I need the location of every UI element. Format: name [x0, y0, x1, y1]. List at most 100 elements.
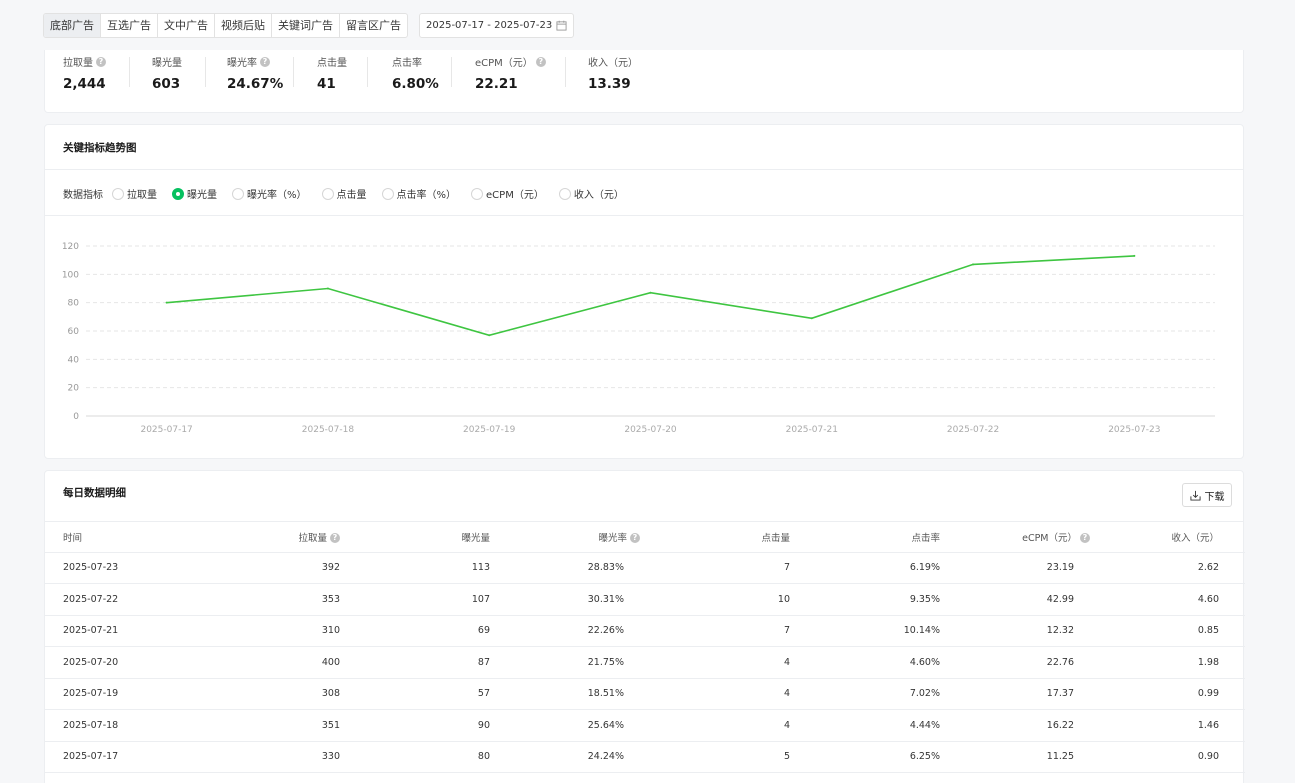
y-tick-label: 20	[68, 384, 80, 394]
table-cell: 10.14%	[790, 615, 940, 647]
data-point[interactable]	[488, 334, 491, 337]
table-cell: 2025-07-19	[45, 678, 195, 710]
table-cell: 57	[340, 678, 490, 710]
table-cell: 330	[195, 741, 340, 773]
stat-4: 点击率 6.80%	[392, 54, 439, 92]
table-cell: 4	[640, 646, 790, 679]
stat-6: 收入（元） 13.39	[588, 54, 638, 92]
column-header: 拉取量?	[195, 522, 340, 553]
column-header: 收入（元）	[1090, 522, 1245, 553]
stat-label: 拉取量?	[63, 54, 106, 69]
metric-radio-4[interactable]: 点击率（%）	[381, 186, 456, 201]
stat-label-text: 点击量	[317, 58, 347, 69]
table-row: 2025-07-18 351 90 25.64% 4 4.44% 16.22 1.46	[45, 709, 1245, 742]
data-point[interactable]	[972, 263, 975, 266]
stat-label: 点击量	[317, 54, 347, 69]
help-icon[interactable]: ?	[535, 56, 546, 67]
y-tick-label: 80	[68, 299, 80, 309]
column-header-label: 曝光率	[598, 532, 627, 544]
table-row: 2025-07-20 400 87 21.75% 4 4.60% 22.76 1.98	[45, 646, 1245, 679]
table-cell: 4	[640, 709, 790, 742]
metric-radio-label: 曝光量	[187, 190, 217, 201]
tab-4[interactable]: 关键词广告	[272, 14, 340, 37]
table-cell: 90	[340, 709, 490, 742]
table-cell: 18.51%	[490, 678, 640, 710]
table-cell: 11.25	[940, 741, 1090, 773]
stat-value: 41	[317, 76, 336, 92]
stat-label-text: 点击率	[392, 58, 422, 69]
metric-radio-label: eCPM（元）	[486, 190, 544, 201]
table-cell: 4.60%	[790, 646, 940, 679]
data-point[interactable]	[810, 317, 813, 320]
download-button[interactable]: 下载	[1182, 483, 1232, 507]
table-row: 2025-07-22 353 107 30.31% 10 9.35% 42.99 4.60	[45, 583, 1245, 616]
column-header-label: 点击量	[761, 532, 790, 544]
x-tick-label: 2025-07-20	[624, 425, 677, 435]
radio-circle-icon	[381, 187, 394, 200]
tab-2[interactable]: 文中广告	[158, 14, 215, 37]
table-cell: 1.46	[1090, 709, 1245, 742]
y-tick-label: 100	[62, 270, 79, 280]
series-line	[166, 255, 1135, 337]
radio-circle-icon	[321, 187, 334, 200]
x-tick-label: 2025-07-21	[786, 425, 838, 435]
data-point[interactable]	[165, 301, 168, 304]
stat-label-text: 曝光量	[152, 58, 182, 69]
table-cell: 69	[340, 615, 490, 647]
daily-title: 每日数据明细	[63, 487, 126, 499]
tab-3[interactable]: 视频后贴	[215, 14, 272, 37]
metric-radio-label: 收入（元）	[573, 190, 624, 201]
table-cell: 10	[640, 583, 790, 616]
y-tick-label: 60	[68, 327, 80, 337]
table-row: 2025-07-23 392 113 28.83% 7 6.19% 23.19 2.62	[45, 552, 1245, 584]
help-icon[interactable]: ?	[1080, 533, 1090, 544]
stat-divider	[129, 57, 130, 87]
column-header-label: eCPM（元）	[1022, 532, 1077, 544]
x-tick-label: 2025-07-17	[140, 425, 192, 435]
stat-3: 点击量 41	[317, 54, 347, 92]
stat-divider	[565, 57, 566, 87]
stat-divider	[205, 57, 206, 87]
table-cell: 2025-07-18	[45, 709, 195, 742]
table-cell: 12.32	[940, 615, 1090, 647]
tab-1[interactable]: 互选广告	[101, 14, 158, 37]
table-cell: 23.19	[940, 552, 1090, 584]
radio-circle-icon	[471, 187, 484, 200]
metric-radio-1[interactable]: 曝光量	[172, 186, 217, 201]
metric-radio-5[interactable]: eCPM（元）	[471, 186, 544, 201]
table-cell: 0.90	[1090, 741, 1245, 773]
date-range-picker[interactable]: 2025-07-17 - 2025-07-23	[419, 13, 574, 38]
table-row: 2025-07-19 308 57 18.51% 4 7.02% 17.37 0.99	[45, 678, 1245, 710]
radio-circle-icon	[558, 187, 571, 200]
tab-0[interactable]: 底部广告	[44, 14, 101, 37]
download-label: 下载	[1204, 491, 1225, 503]
table-cell: 310	[195, 615, 340, 647]
stat-1: 曝光量 603	[152, 54, 182, 92]
table-cell: 7	[640, 615, 790, 647]
table-cell: 21.75%	[490, 646, 640, 679]
data-point[interactable]	[1133, 254, 1136, 257]
metric-radio-0[interactable]: 拉取量	[112, 186, 157, 201]
data-point[interactable]	[649, 291, 652, 294]
stat-value: 6.80%	[392, 76, 439, 92]
stat-label: eCPM（元）?	[475, 54, 546, 69]
column-header-label: 时间	[63, 532, 83, 544]
table-cell: 2.62	[1090, 552, 1245, 584]
help-icon[interactable]: ?	[630, 533, 640, 544]
metric-radio-6[interactable]: 收入（元）	[558, 186, 624, 201]
help-icon[interactable]: ?	[96, 56, 106, 67]
column-header: eCPM（元）?	[940, 522, 1090, 553]
help-icon[interactable]: ?	[260, 56, 270, 67]
table-cell: 6.19%	[790, 552, 940, 584]
x-tick-label: 2025-07-18	[302, 425, 355, 435]
stat-label: 收入（元）	[588, 54, 638, 69]
trend-card: 关键指标趋势图 数据指标 拉取量 曝光量 曝光率（%） 点击量 点击率（%） eCPM（元…	[44, 124, 1244, 459]
table-cell: 2025-07-23	[45, 552, 195, 584]
metric-radio-2[interactable]: 曝光率（%）	[232, 186, 307, 201]
help-icon[interactable]: ?	[330, 533, 340, 544]
data-point[interactable]	[326, 287, 329, 290]
tab-5[interactable]: 留言区广告	[340, 14, 407, 37]
metric-radio-3[interactable]: 点击量	[321, 186, 367, 201]
table-cell: 0.99	[1090, 678, 1245, 710]
table-cell: 107	[340, 583, 490, 616]
